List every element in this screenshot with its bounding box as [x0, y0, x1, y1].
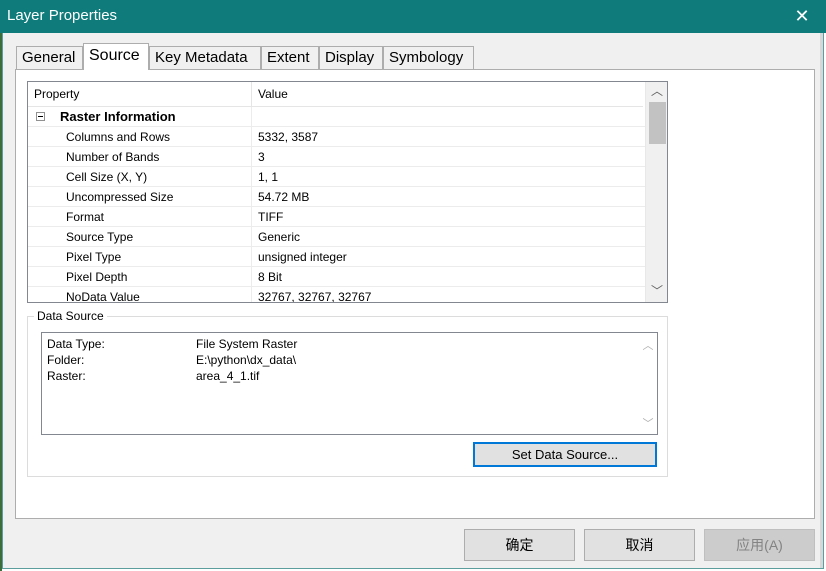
folder-value: E:\python\dx_data\: [196, 353, 297, 367]
property-name: Uncompressed Size: [66, 190, 174, 204]
property-value: 1, 1: [258, 170, 279, 184]
property-name: Number of Bands: [66, 150, 160, 164]
scroll-down-icon[interactable]: ﹀: [642, 415, 654, 431]
property-value: TIFF: [258, 210, 284, 224]
value-column-header[interactable]: Value: [258, 87, 288, 101]
group-row-raster-information[interactable]: Raster Information: [28, 107, 645, 127]
raster-value: area_4_1.tif: [196, 369, 260, 383]
property-name: NoData Value: [66, 290, 140, 303]
group-label: Raster Information: [60, 109, 176, 124]
table-row[interactable]: Number of Bands 3: [28, 147, 645, 167]
tab-source[interactable]: Source: [83, 43, 149, 70]
property-value: 5332, 3587: [258, 130, 319, 144]
cell-separator: [251, 287, 252, 302]
data-source-legend: Data Source: [34, 309, 107, 323]
property-name: Columns and Rows: [66, 130, 171, 144]
raster-label: Raster:: [47, 369, 86, 383]
vertical-scrollbar[interactable]: ︿ ﹀: [645, 82, 667, 302]
close-icon[interactable]: ✕: [792, 4, 812, 28]
dialog-body: General Source Key Metadata Extent Displ…: [2, 33, 824, 569]
property-grid[interactable]: Property Value Raster Information Column…: [27, 81, 668, 303]
property-name: Source Type: [66, 230, 134, 244]
tab-general[interactable]: General: [16, 46, 83, 69]
scroll-up-icon[interactable]: ︿: [646, 82, 667, 100]
data-source-textbox[interactable]: Data Type: File System Raster Folder: E:…: [41, 332, 658, 435]
property-name: Pixel Depth: [66, 270, 128, 284]
scroll-down-icon[interactable]: ﹀: [646, 282, 667, 300]
table-row[interactable]: Format TIFF: [28, 207, 645, 227]
folder-label: Folder:: [47, 353, 85, 367]
column-separator[interactable]: [251, 82, 252, 107]
table-row[interactable]: Source Type Generic: [28, 227, 645, 247]
scroll-thumb[interactable]: [649, 102, 666, 144]
table-row[interactable]: Pixel Depth 8 Bit: [28, 267, 645, 287]
table-row[interactable]: Uncompressed Size 54.72 MB: [28, 187, 645, 207]
window-border: [820, 33, 823, 568]
tab-display[interactable]: Display: [319, 46, 383, 69]
collapse-icon[interactable]: [36, 112, 45, 121]
data-source-group: Data Source Data Type: File System Raste…: [27, 309, 668, 477]
cell-separator: [251, 167, 252, 187]
cancel-button[interactable]: 取消: [584, 529, 695, 561]
tab-symbology[interactable]: Symbology: [383, 46, 474, 69]
cell-separator: [251, 227, 252, 247]
cell-separator: [251, 187, 252, 207]
cell-separator: [251, 127, 252, 147]
property-value: Generic: [258, 230, 301, 244]
source-tab-page: Property Value Raster Information Column…: [15, 69, 815, 519]
grid-header: Property Value: [28, 82, 643, 107]
table-row[interactable]: Cell Size (X, Y) 1, 1: [28, 167, 645, 187]
property-name: Pixel Type: [66, 250, 122, 264]
cell-separator: [251, 147, 252, 167]
table-row[interactable]: NoData Value 32767, 32767, 32767: [28, 287, 645, 303]
data-type-label: Data Type:: [47, 337, 105, 351]
title-bar: Layer Properties ✕: [0, 0, 826, 33]
property-value: 8 Bit: [258, 270, 283, 284]
scroll-up-icon[interactable]: ︿: [642, 337, 654, 353]
table-row[interactable]: Columns and Rows 5332, 3587: [28, 127, 645, 147]
tab-extent[interactable]: Extent: [261, 46, 319, 69]
property-value: 3: [258, 150, 265, 164]
cell-separator: [251, 107, 252, 127]
property-value: 54.72 MB: [258, 190, 310, 204]
property-value: 32767, 32767, 32767: [258, 290, 372, 303]
window-title: Layer Properties: [7, 7, 118, 24]
apply-button[interactable]: 应用(A): [704, 529, 815, 561]
property-value: unsigned integer: [258, 250, 347, 264]
tab-key-metadata[interactable]: Key Metadata: [149, 46, 261, 69]
ok-button[interactable]: 确定: [464, 529, 575, 561]
property-name: Cell Size (X, Y): [66, 170, 148, 184]
table-row[interactable]: Pixel Type unsigned integer: [28, 247, 645, 267]
property-name: Format: [66, 210, 105, 224]
cell-separator: [251, 267, 252, 287]
data-type-value: File System Raster: [196, 337, 298, 351]
set-data-source-button[interactable]: Set Data Source...: [473, 442, 657, 467]
cell-separator: [251, 247, 252, 267]
cell-separator: [251, 207, 252, 227]
property-column-header[interactable]: Property: [34, 87, 79, 101]
